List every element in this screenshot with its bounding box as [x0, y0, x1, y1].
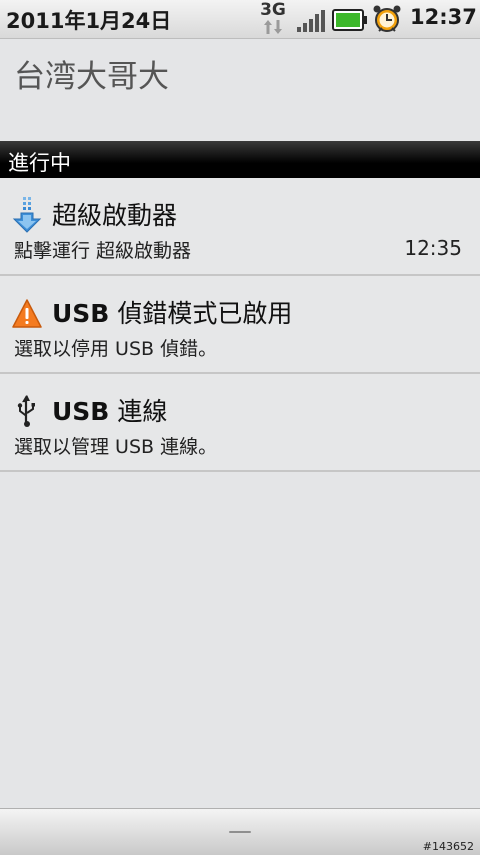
- battery-icon: [332, 9, 367, 31]
- network-type-label: 3G: [260, 0, 286, 20]
- notification-time: 12:35: [404, 236, 462, 260]
- notification-title-bold: USB: [52, 299, 110, 328]
- notification-text: 點擊運行 超級啟動器: [14, 240, 192, 262]
- status-date: 2011年1月24日: [6, 9, 172, 33]
- notification-text: 選取以管理 USB 連線。: [14, 436, 218, 458]
- ongoing-section-header: 進行中: [0, 141, 480, 178]
- data-arrows-icon: [264, 20, 282, 34]
- close-shade-handle[interactable]: #143652: [0, 808, 480, 855]
- usb-icon: [17, 395, 35, 427]
- signal-icon: [297, 10, 325, 32]
- notification-title: 超級啟動器: [52, 201, 178, 230]
- alarm-clock-icon: [373, 5, 401, 32]
- section-header-label: 進行中: [8, 151, 71, 175]
- notification-title: USB 偵錯模式已啟用: [52, 294, 292, 330]
- handle-grip-icon: [229, 831, 251, 833]
- notification-item-usb-connection[interactable]: USB 連線 選取以管理 USB 連線。: [0, 374, 480, 472]
- carrier-name: 台湾大哥大: [14, 59, 169, 95]
- warning-icon: [12, 299, 42, 328]
- network-3g-icon: 3G: [257, 1, 289, 37]
- status-time: 12:37: [410, 5, 477, 29]
- notification-title: USB 連線: [52, 392, 167, 428]
- notification-title-rest: 偵錯模式已啟用: [109, 299, 293, 328]
- carrier-area: 台湾大哥大: [0, 39, 480, 141]
- notification-item-usb-debugging[interactable]: USB 偵錯模式已啟用 選取以停用 USB 偵錯。: [0, 276, 480, 374]
- notification-title-bold: USB: [52, 397, 110, 426]
- notification-item-super-launcher[interactable]: 超級啟動器 點擊運行 超級啟動器 12:35: [0, 178, 480, 276]
- status-bar: 2011年1月24日 3G 12:37: [0, 0, 480, 39]
- notification-title-rest: 連線: [109, 397, 168, 426]
- watermark: #143652: [422, 840, 474, 853]
- notification-text: 選取以停用 USB 偵錯。: [14, 338, 218, 360]
- download-icon: [12, 197, 42, 233]
